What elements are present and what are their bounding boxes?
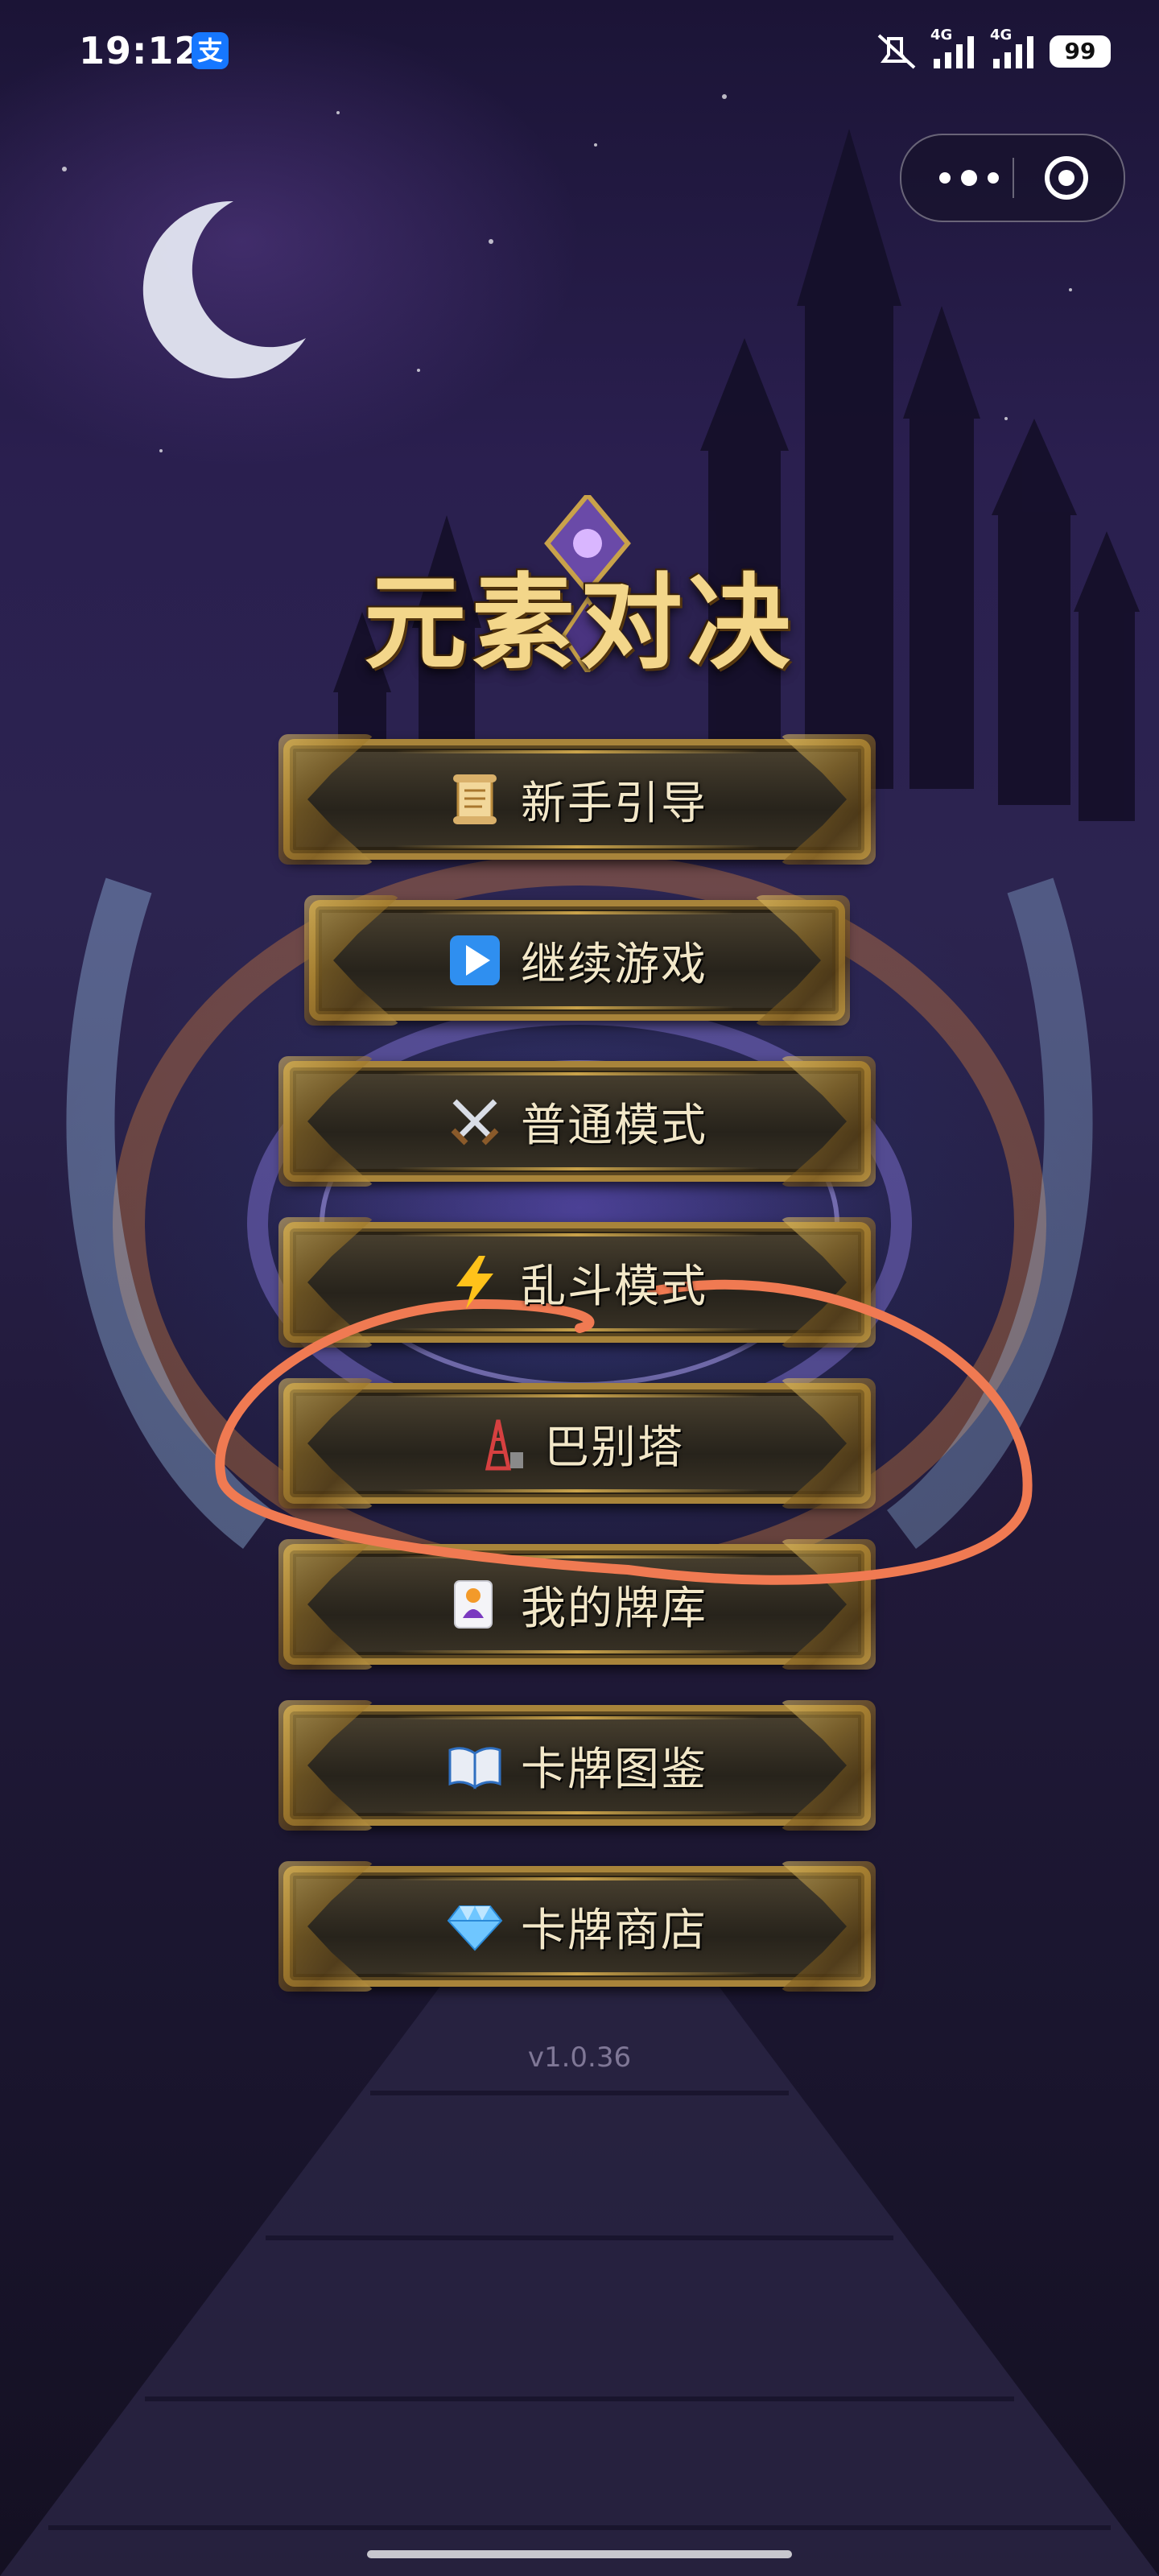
button-frame-ornament (394, 1072, 760, 1075)
alipay-app-icon: 支 (192, 32, 229, 69)
mute-icon (874, 32, 919, 71)
diamond-icon (447, 1905, 503, 1951)
button-frame-ornament (394, 1877, 760, 1880)
button-frame-ornament (420, 1006, 734, 1009)
menu-button-label: 普通模式 (521, 1099, 707, 1152)
signal-type-label: 4G (930, 27, 953, 43)
menu-button-brawl-mode[interactable]: 乱斗模式 (283, 1222, 871, 1343)
button-frame-ornament (394, 1650, 760, 1653)
menu-button-label: 我的牌库 (521, 1582, 707, 1635)
version-label: v1.0.36 (527, 2041, 632, 2074)
miniprogram-capsule (900, 134, 1125, 222)
button-frame-ornament (394, 1394, 760, 1397)
button-frame-ornament (394, 1811, 760, 1814)
card-deck-icon (454, 1580, 493, 1629)
menu-button-card-shop[interactable]: 卡牌商店 (283, 1866, 871, 1987)
button-frame-ornament (394, 1167, 760, 1170)
button-frame-ornament (394, 1972, 760, 1975)
status-icons: 4G 4G 99 (874, 27, 1111, 74)
crossed-swords-icon (451, 1099, 499, 1146)
game-title: 元素对决 (363, 563, 795, 683)
menu-button-label: 新手引导 (521, 777, 707, 830)
menu-button-continue[interactable]: 继续游戏 (309, 900, 845, 1021)
battery-icon: 99 (1050, 35, 1111, 68)
button-frame-ornament (394, 1555, 760, 1558)
status-bar: 19:12 支 4G 4G 99 (0, 0, 1159, 105)
more-dots-icon[interactable] (929, 162, 1009, 194)
button-frame-ornament (394, 845, 760, 848)
button-frame-ornament (394, 1328, 760, 1331)
status-time: 19:12 (79, 29, 201, 72)
menu-button-label: 继续游戏 (521, 938, 707, 991)
signal-type-label: 4G (990, 27, 1013, 43)
signal-icon: 4G (990, 27, 1038, 72)
menu-button-babel-tower[interactable]: 巴别塔 (283, 1383, 871, 1504)
menu-button-label: 卡牌图鉴 (521, 1743, 707, 1796)
menu-button-label: 卡牌商店 (521, 1904, 707, 1957)
menu-button-label: 巴别塔 (544, 1421, 684, 1474)
menu-button-card-gallery[interactable]: 卡牌图鉴 (283, 1705, 871, 1826)
menu-button-label: 乱斗模式 (521, 1260, 707, 1313)
button-frame-ornament (394, 1716, 760, 1719)
button-frame-ornament (394, 1233, 760, 1236)
target-close-icon[interactable] (1043, 155, 1090, 201)
home-indicator[interactable] (367, 2550, 792, 2558)
button-frame-ornament (420, 911, 734, 914)
book-icon (448, 1747, 501, 1790)
moon (142, 200, 306, 378)
play-icon (450, 935, 500, 985)
button-frame-ornament (394, 1489, 760, 1492)
menu-button-my-deck[interactable]: 我的牌库 (283, 1544, 871, 1665)
signal-icon: 4G (930, 27, 979, 72)
lightning-icon (456, 1256, 493, 1309)
scroll-icon (453, 774, 497, 824)
menu-button-tutorial[interactable]: 新手引导 (283, 739, 871, 860)
capsule-divider (1013, 158, 1014, 198)
button-frame-ornament (394, 750, 760, 753)
menu-button-normal-mode[interactable]: 普通模式 (283, 1061, 871, 1182)
tower-icon (485, 1419, 523, 1471)
